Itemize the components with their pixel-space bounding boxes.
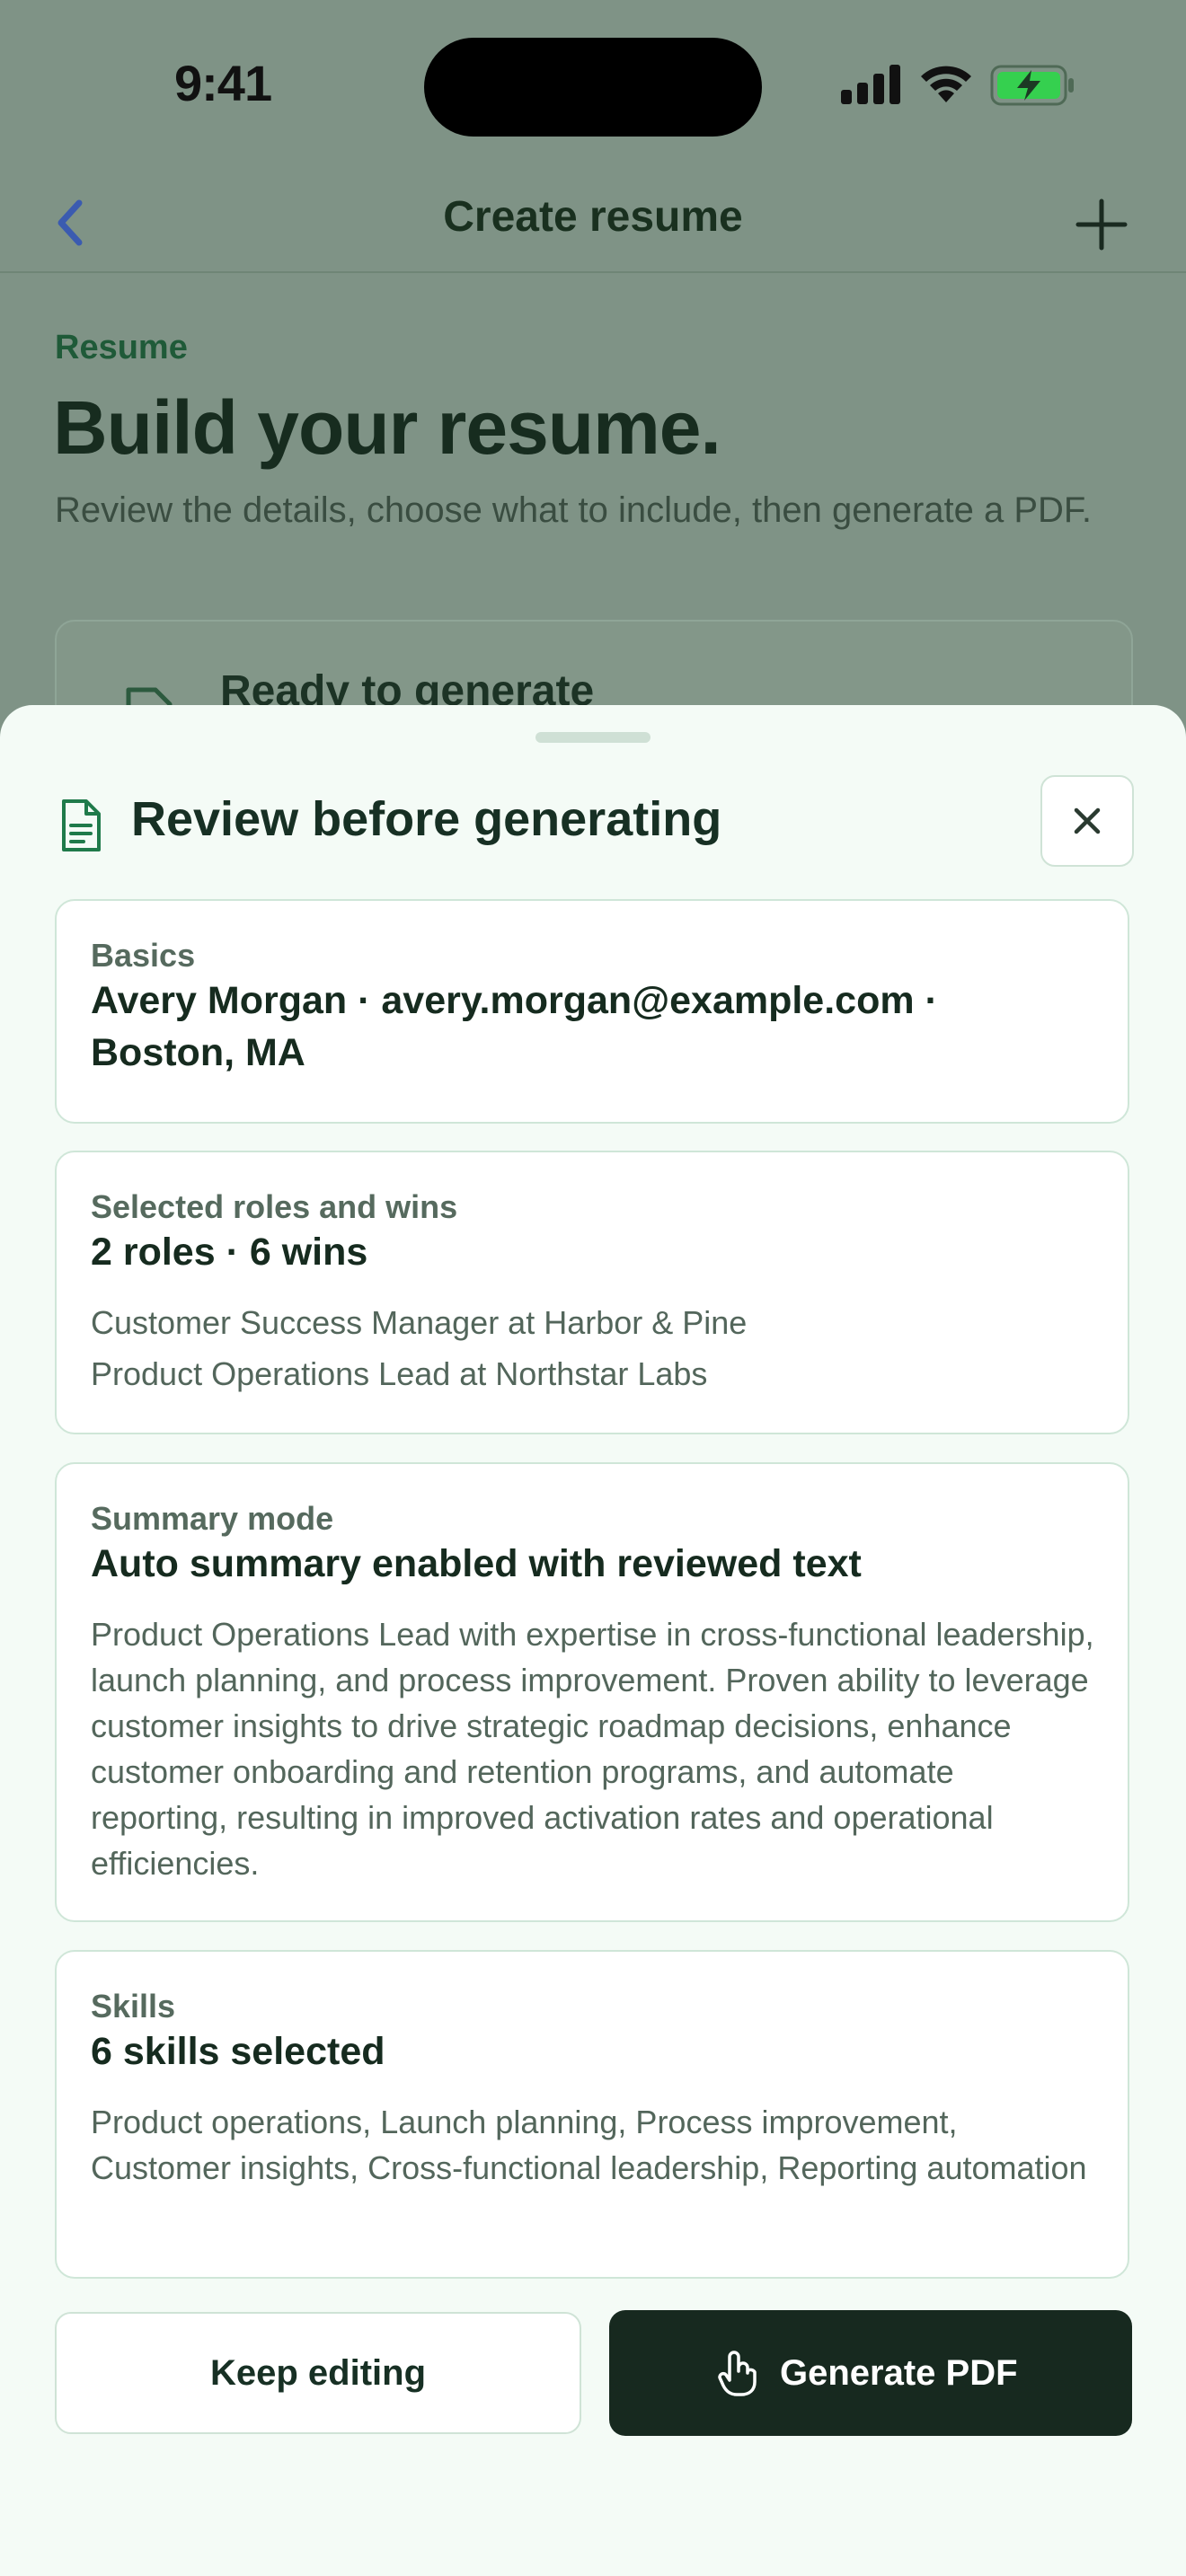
touch-pdf-icon [718, 2351, 757, 2396]
basics-label: Basics [91, 937, 196, 974]
document-icon [62, 799, 101, 851]
close-icon [1074, 807, 1101, 834]
generate-pdf-button[interactable]: Generate PDF [609, 2310, 1132, 2436]
page-title: Build your resume. [53, 385, 721, 470]
roles-label: Selected roles and wins [91, 1188, 458, 1225]
generate-pdf-label: Generate PDF [780, 2353, 1018, 2393]
roles-value: 2 roles · 6 wins [91, 1231, 368, 1274]
summary-label: Summary mode [91, 1500, 334, 1537]
role-item: Customer Success Manager at Harbor & Pin… [91, 1304, 748, 1341]
close-button[interactable] [1040, 775, 1134, 867]
summary-text: Product Operations Lead with expertise i… [91, 1616, 1094, 1882]
skills-value: 6 skills selected [91, 2030, 385, 2073]
sheet-grabber[interactable] [535, 732, 651, 743]
sheet-title: Review before generating [131, 792, 722, 846]
dynamic-island [424, 38, 762, 137]
page-eyebrow: Resume [55, 329, 188, 366]
role-item: Product Operations Lead at Northstar Lab… [91, 1355, 708, 1392]
wifi-icon [921, 66, 971, 102]
status-bar: 9:41 [0, 0, 1186, 171]
nav-title: Create resume [443, 193, 743, 241]
plus-icon[interactable] [1073, 196, 1130, 253]
keep-editing-button[interactable]: Keep editing [55, 2312, 581, 2434]
page-description: Review the details, choose what to inclu… [55, 490, 1093, 530]
signal-icon [841, 65, 900, 104]
status-time: 9:41 [174, 55, 272, 111]
battery-charging-icon [990, 65, 1074, 106]
review-sheet: Review before generating Basics Avery Mo… [0, 705, 1186, 2576]
summary-card[interactable]: Summary mode Auto summary enabled with r… [55, 1462, 1129, 1922]
skills-label: Skills [91, 1988, 176, 2025]
basics-value: Avery Morgan · avery.morgan@example.com … [91, 979, 938, 1074]
skills-text: Product operations, Launch planning, Pro… [91, 2104, 1087, 2186]
navigation-bar: Create resume [0, 176, 1186, 273]
basics-card[interactable]: Basics Avery Morgan · avery.morgan@examp… [55, 899, 1129, 1124]
summary-value: Auto summary enabled with reviewed text [91, 1542, 862, 1585]
skills-card[interactable]: Skills 6 skills selected Product operati… [55, 1950, 1129, 2279]
roles-card[interactable]: Selected roles and wins 2 roles · 6 wins… [55, 1151, 1129, 1434]
